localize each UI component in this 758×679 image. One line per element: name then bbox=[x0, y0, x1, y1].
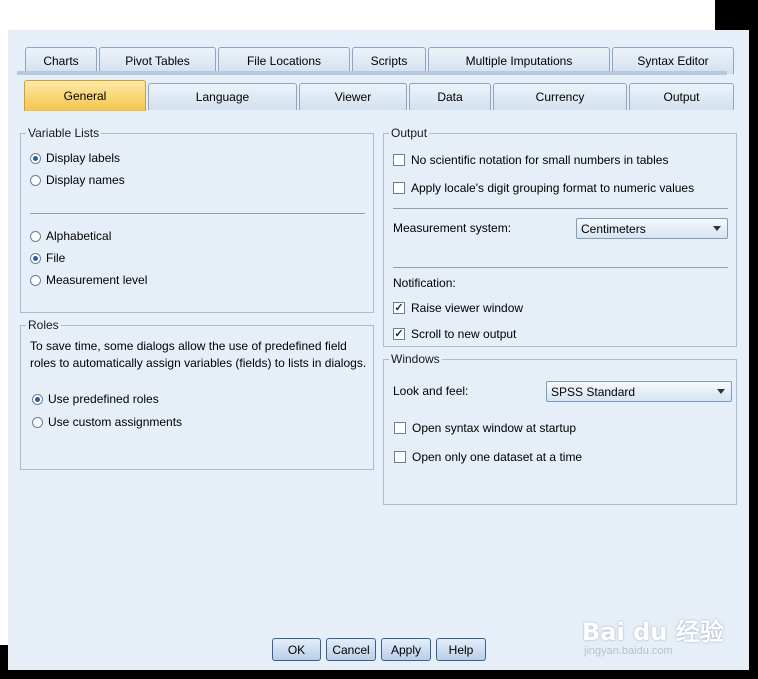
frame-bottom bbox=[8, 670, 758, 679]
file-label: File bbox=[46, 251, 66, 265]
apply-button[interactable]: Apply bbox=[381, 638, 431, 661]
ok-button[interactable]: OK bbox=[272, 638, 321, 661]
radio-icon[interactable] bbox=[30, 230, 41, 242]
variable-lists-divider bbox=[30, 213, 365, 214]
measurement-system-label: Measurement system: bbox=[393, 221, 512, 235]
checkbox-icon[interactable] bbox=[393, 154, 405, 166]
tab-separator bbox=[17, 71, 727, 75]
radio-icon[interactable] bbox=[30, 152, 41, 164]
baidu-watermark-logo: Bai du 经验 bbox=[582, 618, 724, 646]
output-divider-1 bbox=[393, 208, 728, 209]
alphabetical-label: Alphabetical bbox=[46, 229, 112, 243]
checkbox-icon[interactable] bbox=[393, 182, 405, 194]
use-predefined-roles-radio[interactable]: Use predefined roles bbox=[32, 392, 159, 406]
tab-charts[interactable]: Charts bbox=[25, 47, 97, 74]
apply-locale-grouping-label: Apply locale's digit grouping format to … bbox=[411, 181, 695, 195]
roles-description: To save time, some dialogs allow the use… bbox=[30, 339, 367, 370]
display-names-radio[interactable]: Display names bbox=[30, 173, 125, 187]
file-radio[interactable]: File bbox=[30, 251, 65, 265]
checkmark-icon[interactable]: ✓ bbox=[393, 328, 405, 340]
measurement-system-value: Centimeters bbox=[581, 221, 646, 236]
checkmark-icon[interactable]: ✓ bbox=[393, 302, 405, 314]
raise-viewer-window-checkbox[interactable]: ✓ Raise viewer window bbox=[393, 301, 523, 315]
scroll-to-new-output-checkbox[interactable]: ✓ Scroll to new output bbox=[393, 327, 516, 341]
radio-icon[interactable] bbox=[32, 416, 43, 428]
windows-legend: Windows bbox=[389, 352, 442, 366]
display-labels-label: Display labels bbox=[46, 151, 121, 165]
use-custom-assignments-radio[interactable]: Use custom assignments bbox=[32, 415, 182, 429]
scroll-to-new-output-label: Scroll to new output bbox=[411, 327, 517, 341]
use-predefined-roles-label: Use predefined roles bbox=[48, 392, 159, 406]
tab-file-locations[interactable]: File Locations bbox=[218, 47, 350, 74]
open-syntax-window-label: Open syntax window at startup bbox=[412, 421, 577, 435]
output-legend: Output bbox=[389, 126, 430, 140]
no-scientific-notation-label: No scientific notation for small numbers… bbox=[411, 153, 669, 167]
display-labels-radio[interactable]: Display labels bbox=[30, 151, 120, 165]
tab-currency[interactable]: Currency bbox=[493, 83, 627, 110]
no-scientific-notation-checkbox[interactable]: No scientific notation for small numbers… bbox=[393, 153, 668, 167]
frame-right bbox=[749, 0, 758, 679]
tab-output[interactable]: Output bbox=[629, 83, 734, 110]
help-button[interactable]: Help bbox=[436, 638, 486, 661]
chevron-down-icon bbox=[713, 226, 721, 231]
measurement-level-radio[interactable]: Measurement level bbox=[30, 273, 147, 287]
output-divider-2 bbox=[393, 267, 728, 268]
cancel-button[interactable]: Cancel bbox=[326, 638, 376, 661]
use-custom-assignments-label: Use custom assignments bbox=[48, 415, 183, 429]
variable-lists-legend: Variable Lists bbox=[26, 126, 102, 140]
tab-viewer[interactable]: Viewer bbox=[299, 83, 407, 110]
checkbox-icon[interactable] bbox=[394, 422, 406, 434]
radio-icon[interactable] bbox=[30, 274, 41, 286]
chevron-down-icon bbox=[717, 389, 725, 394]
radio-icon[interactable] bbox=[32, 393, 43, 405]
open-syntax-window-checkbox[interactable]: Open syntax window at startup bbox=[394, 421, 576, 435]
tab-language[interactable]: Language bbox=[148, 83, 297, 110]
tab-multiple-imputations[interactable]: Multiple Imputations bbox=[428, 47, 610, 74]
measurement-system-select[interactable]: Centimeters bbox=[576, 218, 728, 239]
baidu-watermark-url: jingyan.baidu.com bbox=[584, 645, 673, 657]
measurement-level-label: Measurement level bbox=[46, 273, 148, 287]
tab-pivot-tables[interactable]: Pivot Tables bbox=[99, 47, 216, 74]
radio-icon[interactable] bbox=[30, 174, 41, 186]
tab-syntax-editor[interactable]: Syntax Editor bbox=[612, 47, 734, 74]
look-and-feel-label: Look and feel: bbox=[393, 384, 469, 398]
open-one-dataset-checkbox[interactable]: Open only one dataset at a time bbox=[394, 450, 582, 464]
frame-bottom-left bbox=[0, 645, 8, 679]
checkbox-icon[interactable] bbox=[394, 451, 406, 463]
apply-locale-grouping-checkbox[interactable]: Apply locale's digit grouping format to … bbox=[393, 181, 694, 195]
tab-scripts[interactable]: Scripts bbox=[352, 47, 426, 74]
look-and-feel-value: SPSS Standard bbox=[551, 384, 636, 399]
raise-viewer-window-label: Raise viewer window bbox=[411, 301, 524, 315]
notification-label: Notification: bbox=[393, 276, 456, 290]
look-and-feel-select[interactable]: SPSS Standard bbox=[546, 381, 732, 402]
alphabetical-radio[interactable]: Alphabetical bbox=[30, 229, 111, 243]
radio-icon[interactable] bbox=[30, 252, 41, 264]
roles-legend: Roles bbox=[26, 318, 61, 332]
display-names-label: Display names bbox=[46, 173, 125, 187]
open-one-dataset-label: Open only one dataset at a time bbox=[412, 450, 583, 464]
tab-general[interactable]: General bbox=[24, 80, 146, 111]
tab-data[interactable]: Data bbox=[409, 83, 491, 110]
